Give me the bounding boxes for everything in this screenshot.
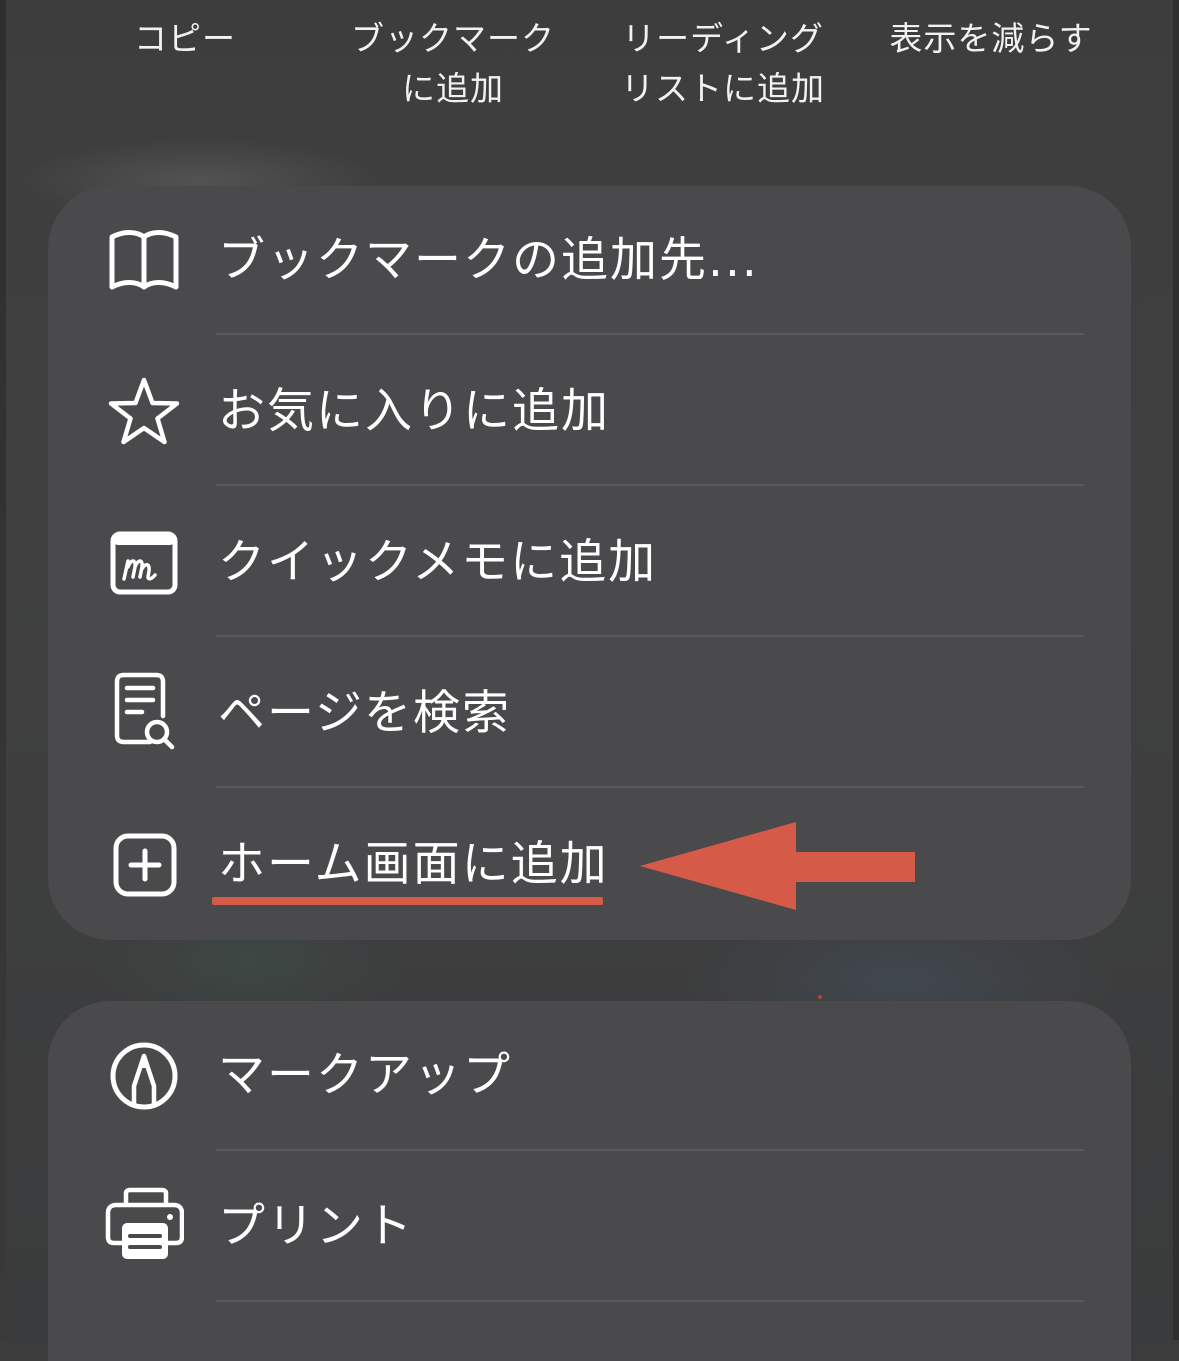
menu-item-add-bookmark-to[interactable]: ブックマークの追加先...	[48, 186, 1131, 336]
menu-item-add-to-home-screen-label: ホーム画面に追加	[218, 837, 609, 892]
divider	[216, 1149, 1084, 1151]
share-action-row: コピー ブックマーク に追加 リーディング リストに追加 表示を減らす	[0, 14, 1179, 124]
red-dot	[818, 995, 822, 999]
add-bookmark-action[interactable]: ブックマーク に追加	[338, 14, 568, 114]
pointer-arrow	[640, 822, 915, 910]
add-reading-list-action-label-line2: リストに追加	[621, 69, 825, 108]
menu-item-print-label: プリント	[218, 1199, 414, 1254]
right-edge	[1173, 0, 1179, 1340]
divider	[216, 333, 1084, 335]
plus-square-icon	[104, 829, 184, 901]
menu-item-find-on-page-label: ページを検索	[218, 686, 512, 741]
divider	[216, 484, 1084, 486]
show-less-action[interactable]: 表示を減らす	[876, 14, 1106, 64]
menu-item-add-to-home-screen[interactable]: ホーム画面に追加	[48, 790, 1131, 940]
add-reading-list-action-label-line1: リーディング	[622, 19, 824, 58]
menu-item-add-bookmark-to-label: ブックマークの追加先...	[218, 233, 759, 288]
menu-item-find-on-page[interactable]: ページを検索	[48, 639, 1131, 789]
share-menu-group-1: ブックマークの追加先... お気に入りに追加 クイックメモに追加 ページを検索 …	[48, 186, 1131, 940]
menu-item-markup[interactable]: マークアップ	[48, 1001, 1131, 1151]
star-icon	[104, 376, 184, 448]
menu-item-add-to-favorites-label: お気に入りに追加	[218, 384, 610, 439]
divider	[216, 786, 1084, 788]
copy-action-label: コピー	[134, 19, 236, 58]
divider	[216, 1300, 1084, 1302]
menu-item-add-to-quick-note[interactable]: クイックメモに追加	[48, 488, 1131, 638]
add-bookmark-action-label-line2: に追加	[402, 69, 504, 108]
menu-item-add-to-favorites[interactable]: お気に入りに追加	[48, 337, 1131, 487]
divider	[216, 635, 1084, 637]
add-reading-list-action[interactable]: リーディング リストに追加	[608, 14, 838, 114]
share-menu-group-2: マークアップ プリント	[48, 1001, 1131, 1361]
menu-item-markup-label: マークアップ	[218, 1048, 512, 1103]
markup-pen-icon	[104, 1040, 184, 1112]
show-less-action-label: 表示を減らす	[889, 19, 1093, 58]
quick-note-icon	[104, 527, 184, 599]
highlight-underline	[212, 897, 603, 905]
copy-action[interactable]: コピー	[70, 14, 300, 64]
find-on-page-icon	[104, 672, 184, 750]
printer-icon	[104, 1187, 185, 1263]
book-icon	[104, 225, 184, 297]
menu-item-print[interactable]: プリント	[48, 1152, 1131, 1302]
add-bookmark-action-label-line1: ブックマーク	[351, 19, 555, 58]
menu-item-add-to-quick-note-label: クイックメモに追加	[218, 535, 658, 590]
left-edge	[0, 0, 6, 1340]
